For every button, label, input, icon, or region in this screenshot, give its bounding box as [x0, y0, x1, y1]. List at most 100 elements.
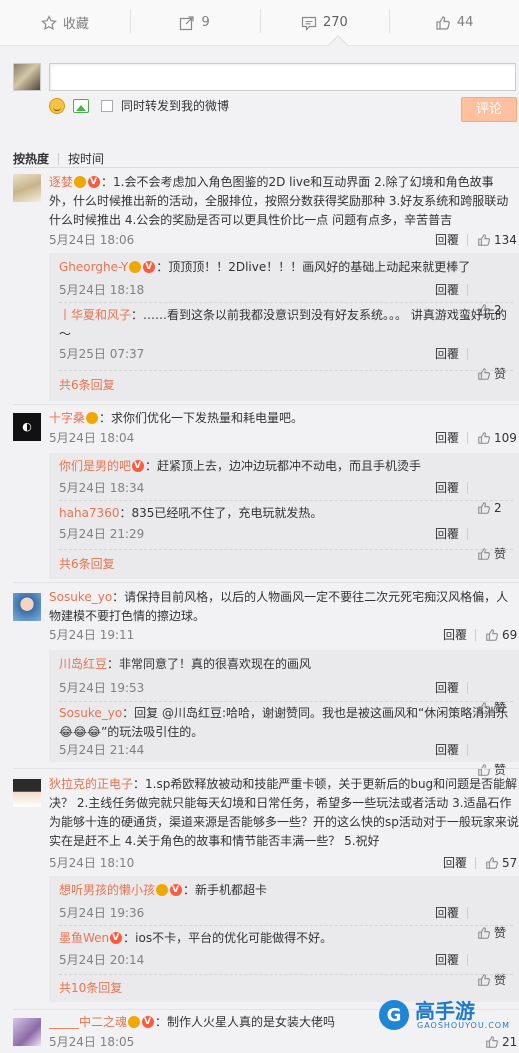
- thumbs-up-icon: [478, 974, 490, 986]
- sort-divider: [58, 152, 60, 165]
- meta-divider: [467, 744, 468, 756]
- favorite-button[interactable]: 收藏: [0, 13, 130, 32]
- forward-button[interactable]: 9: [129, 8, 260, 33]
- thumbs-up-icon: [486, 629, 498, 641]
- avatar[interactable]: [13, 1018, 41, 1046]
- reply-date: 5月24日 21:44: [59, 743, 145, 757]
- sort-by-time[interactable]: 按时间: [68, 150, 104, 167]
- reply-button[interactable]: 回覆: [435, 478, 459, 498]
- reply-item: 墨鱼Wen：ios不卡，平台的优化可能做得不好。 5月24日 20:14 回覆 …: [59, 929, 513, 987]
- action-bar: 收藏 9 270 44: [0, 0, 519, 46]
- divider: [13, 404, 519, 405]
- reply-date: 5月24日 19:53: [59, 681, 145, 695]
- sort-by-hot[interactable]: 按热度: [13, 150, 49, 167]
- composer-tools: 同时转发到我的微博: [49, 97, 229, 114]
- like-button[interactable]: 44: [389, 8, 519, 33]
- watermark-url: GAOSHOUYOU.COM: [417, 1020, 511, 1030]
- meta-divider: [467, 284, 468, 296]
- comment-meta: 5月24日 19:11 回覆 69: [49, 625, 517, 645]
- comment-username[interactable]: _____中二之魂: [49, 1015, 127, 1029]
- avatar[interactable]: [13, 593, 41, 621]
- comment-button[interactable]: 270: [259, 8, 390, 33]
- comment-body: Sosuke_yo：请保持目前风格，以后的人物画风一定不要往二次元死宅痴汉风格偏…: [49, 588, 517, 626]
- comment-like-count: 109: [494, 431, 517, 445]
- reply-username[interactable]: haha7360: [59, 506, 119, 520]
- comment-meta: 5月24日 18:04 回覆 109: [49, 428, 517, 448]
- meta-divider: [467, 348, 468, 360]
- vip-badge-icon: [86, 412, 99, 424]
- reply-item: 川岛红豆：非常同意了！真的很喜欢现在的画风 5月24日 19:53 回覆 赞: [59, 655, 513, 715]
- vip-badge-icon: [74, 176, 87, 188]
- reply-button[interactable]: 回覆: [435, 428, 459, 448]
- reply-like-button[interactable]: 赞: [477, 364, 506, 384]
- comment-username[interactable]: 狄拉克的正电子: [49, 777, 133, 791]
- submit-comment-button[interactable]: 评论: [461, 97, 517, 122]
- comment-body: 逐婪：1.会不会考虑加入角色图鉴的2D live和互动界面 2.除了幻境和角色故…: [49, 173, 517, 230]
- reply-username[interactable]: 墨鱼Wen: [59, 931, 109, 945]
- reply-button[interactable]: 回覆: [435, 950, 459, 970]
- comment-body: 狄拉克的正电子：1.sp希欧释放被动和技能严重卡顿，关于更新后的bug和问题是否…: [49, 775, 519, 851]
- reply-list: 想听男孩的懒小孩 ：新手机都超卡 5月24日 19:36 回覆 赞 墨鱼Wen ：i…: [49, 876, 519, 1002]
- reply-divider: [59, 302, 513, 303]
- more-replies-link[interactable]: 共10条回复: [59, 979, 122, 996]
- emoji-icon[interactable]: [49, 97, 65, 114]
- reply-like-button[interactable]: 赞: [477, 970, 506, 990]
- member-badge-icon: [132, 457, 145, 476]
- comment-username[interactable]: Sosuke_yo: [49, 590, 112, 604]
- comment-like-button[interactable]: 57: [485, 853, 517, 873]
- reply-username[interactable]: 川岛红豆: [59, 657, 107, 671]
- vip-badge-icon: [156, 884, 169, 896]
- favorite-label: 收藏: [62, 17, 89, 32]
- meta-divider: [467, 954, 468, 966]
- comment-like-button[interactable]: 109: [477, 428, 517, 448]
- comment-text: ：制作人火星人真的是女装大佬吗: [155, 1015, 336, 1029]
- comment-like-count: 57: [502, 856, 518, 870]
- avatar[interactable]: [13, 779, 41, 807]
- meta-divider: [467, 234, 468, 246]
- reply-button[interactable]: 回覆: [443, 625, 467, 645]
- forward-checkbox[interactable]: [101, 99, 113, 112]
- comment-input[interactable]: [49, 63, 516, 91]
- reply-username[interactable]: 你们是男的吧: [59, 459, 131, 473]
- comment-date: 5月24日 18:04: [49, 431, 135, 445]
- reply-username[interactable]: Sosuke_yo: [59, 706, 122, 720]
- reply-username[interactable]: Gheorghe-Y: [59, 260, 128, 274]
- reply-date: 5月25日 07:37: [59, 347, 145, 361]
- reply-button[interactable]: 回覆: [443, 853, 467, 873]
- like-count: 44: [456, 15, 474, 30]
- meta-divider: [475, 857, 476, 869]
- avatar[interactable]: [13, 174, 41, 202]
- reply-like-count: 赞: [494, 973, 507, 987]
- image-icon[interactable]: [73, 98, 89, 113]
- reply-meta: 5月24日 18:18 回覆 2: [59, 280, 517, 317]
- more-replies-link[interactable]: 共6条回复: [59, 555, 115, 572]
- avatar[interactable]: ◐: [13, 413, 41, 441]
- reply-button[interactable]: 回覆: [435, 740, 459, 760]
- comment-username[interactable]: 十字桑: [49, 411, 85, 425]
- reply-meta: 5月24日 18:34 回覆 2: [59, 478, 517, 515]
- comment-like-button[interactable]: 134: [477, 230, 517, 250]
- reply-button[interactable]: 回覆: [435, 524, 459, 544]
- comment-date: 5月24日 18:06: [49, 233, 135, 247]
- reply-like-button[interactable]: 赞: [477, 544, 506, 564]
- member-badge-icon: [88, 173, 101, 192]
- gaoshouyou-logo-icon: G: [379, 1000, 409, 1030]
- reply-button[interactable]: 回覆: [435, 678, 459, 698]
- reply-username[interactable]: 想听男孩的懒小孩: [59, 883, 155, 897]
- reply-divider: [59, 701, 513, 702]
- comment-like-button[interactable]: 69: [485, 625, 517, 645]
- member-badge-icon: [143, 258, 156, 277]
- reply-meta: 5月24日 19:53 回覆 赞: [59, 678, 517, 715]
- comment-username[interactable]: 逐婪: [49, 175, 73, 189]
- weibo-comment-page: 收藏 9 270 44 同时转发到我的微博 评论 按热度 按时间 逐婪：1.会不…: [0, 0, 519, 1053]
- member-badge-icon: [110, 929, 123, 948]
- more-replies-link[interactable]: 共6条回复: [59, 376, 115, 393]
- reply-username[interactable]: 丨华夏和风子: [59, 308, 131, 322]
- reply-button[interactable]: 回覆: [435, 280, 459, 300]
- sort-bar: 按热度 按时间: [13, 150, 104, 167]
- reply-button[interactable]: 回覆: [435, 230, 459, 250]
- reply-button[interactable]: 回覆: [435, 903, 459, 923]
- comment-body: 十字桑 ：求你们优化一下发热量和耗电量吧。: [49, 409, 517, 428]
- reply-button[interactable]: 回覆: [435, 344, 459, 364]
- meta-divider: [475, 629, 476, 641]
